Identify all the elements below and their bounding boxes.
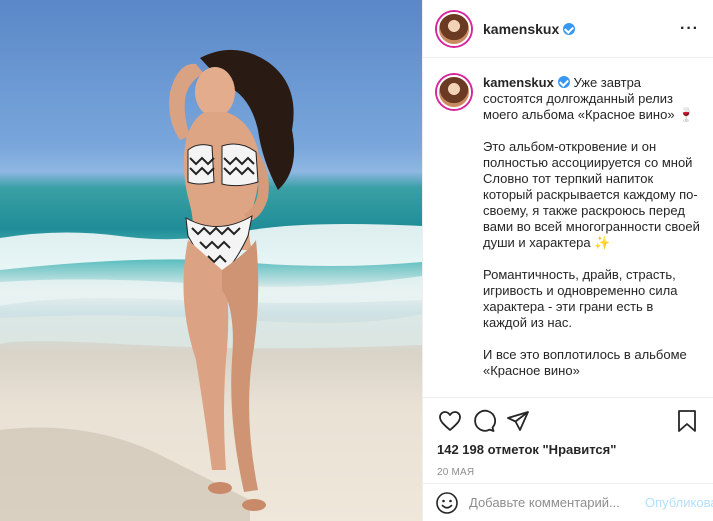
post-date[interactable]: 20 МАЯ — [435, 467, 702, 478]
caption-username[interactable]: kamenskux — [483, 75, 554, 90]
smiley-icon — [436, 491, 458, 514]
comment-input[interactable] — [469, 495, 645, 510]
more-options-button[interactable]: ··· — [680, 20, 699, 38]
post-actions: 142 198 отметок "Нравится" 20 МАЯ — [423, 397, 713, 478]
comment-bar: Опубликовать — [423, 483, 713, 521]
bookmark-icon — [678, 410, 696, 432]
verified-badge-icon — [563, 22, 576, 35]
save-button[interactable] — [672, 406, 702, 436]
action-icon-row — [435, 406, 702, 436]
username-link[interactable]: kamenskux — [483, 21, 576, 37]
avatar[interactable] — [437, 11, 471, 46]
paper-plane-icon — [507, 411, 529, 431]
likes-count[interactable]: 142 198 отметок "Нравится" — [435, 442, 702, 457]
heart-icon — [439, 411, 461, 431]
post-photo[interactable] — [0, 0, 422, 521]
emoji-button[interactable] — [435, 490, 459, 516]
comment-icon — [474, 409, 496, 432]
comment-button[interactable] — [469, 406, 499, 436]
caption-row: kamenskux Уже завтра состоятся долгождан… — [437, 75, 700, 379]
caption-text: kamenskux Уже завтра состоятся долгождан… — [483, 75, 700, 379]
caption-verified-badge-icon — [557, 76, 570, 88]
caption-body: Уже завтра состоятся долгожданный релиз … — [483, 75, 700, 378]
post-side-panel: kamenskux ··· kamenskux Уже завтра состо… — [422, 0, 713, 521]
username-text[interactable]: kamenskux — [483, 21, 559, 37]
post-header: kamenskux ··· — [423, 0, 713, 58]
publish-button[interactable]: Опубликовать — [645, 495, 713, 510]
like-button[interactable] — [435, 406, 465, 436]
caption-area: kamenskux Уже завтра состоятся долгождан… — [423, 59, 713, 397]
caption-avatar[interactable] — [437, 75, 471, 109]
beach-photo-illustration — [0, 49, 422, 521]
share-button[interactable] — [503, 406, 533, 436]
